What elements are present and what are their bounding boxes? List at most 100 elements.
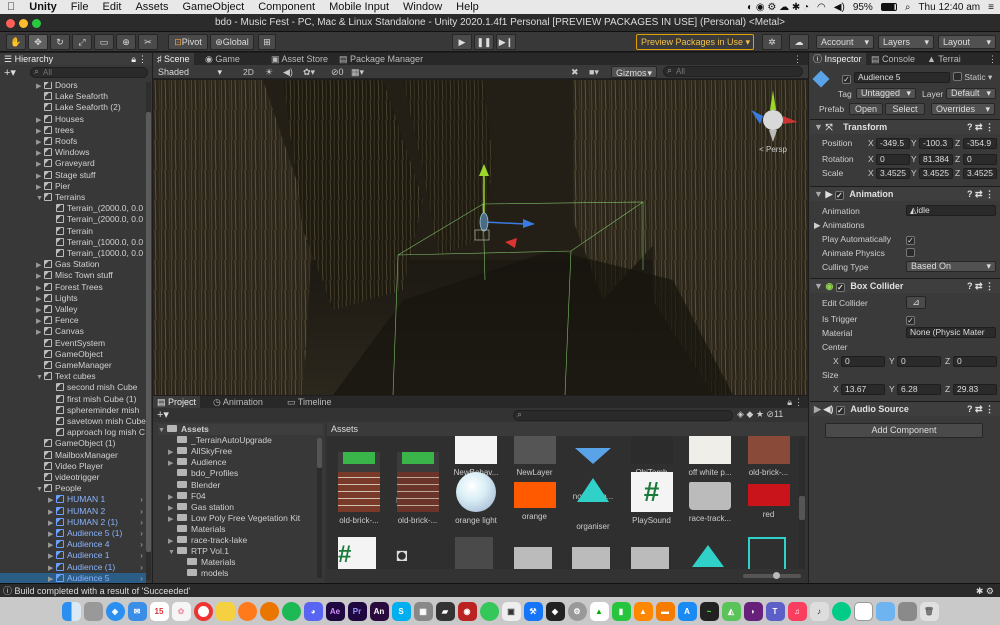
hierarchy-item[interactable]: videotrigger <box>0 472 146 483</box>
document-icon[interactable] <box>853 601 873 621</box>
animation-component-actions[interactable]: ? ⇄ ⋮ <box>967 187 994 202</box>
foldout-arrow[interactable]: ▼ <box>814 122 823 132</box>
audio-source-header[interactable]: ▶ ◀) ✓ Audio Source ? ⇄ ⋮ <box>810 401 1000 416</box>
menu-gameobject[interactable]: GameObject <box>175 1 251 13</box>
physic-material-field[interactable]: None (Physic Mater <box>906 327 996 338</box>
rotation-y-field[interactable]: 81.384 <box>919 154 953 165</box>
rotation-y-axis-label[interactable]: Y <box>911 153 917 165</box>
asset-item[interactable]: race-track... <box>681 472 739 523</box>
google-drive-icon[interactable]: ▲ <box>589 601 609 621</box>
collider-size-z-field[interactable]: 29.83 <box>953 384 997 395</box>
camera-icon[interactable]: ■▾ <box>589 65 599 79</box>
hierarchy-scrollbar[interactable] <box>146 82 151 580</box>
menu-mobile-input[interactable]: Mobile Input <box>322 1 396 13</box>
kebab-menu-icon[interactable]: ⋮ <box>138 53 147 65</box>
hierarchy-item[interactable]: ▶ HUMAN 2 › <box>0 506 146 517</box>
prefab-open-button[interactable]: Open <box>849 103 883 115</box>
folder-foldout-arrow-icon[interactable]: ▼ <box>158 425 167 436</box>
hierarchy-item[interactable]: Terrain_(1000.0, 0.0 <box>0 237 146 248</box>
prefab-open-arrow-icon[interactable]: › <box>140 528 143 539</box>
project-folder-item[interactable]: ▶ AllSkyFree <box>168 446 232 457</box>
scale-z-field[interactable]: 3.4525 <box>963 168 997 179</box>
hierarchy-item[interactable]: ▶ Roofs <box>0 136 146 147</box>
asset-item[interactable]: off white p... <box>681 436 739 477</box>
teams-icon[interactable]: T <box>765 601 785 621</box>
hierarchy-item[interactable]: ▶ Lights <box>0 293 146 304</box>
prefab-open-arrow-icon[interactable]: › <box>140 562 143 573</box>
scale-tool-button[interactable]: ⤢ <box>72 34 92 50</box>
video-clip-icon[interactable] <box>455 537 493 569</box>
size-z-axis-label[interactable]: Z <box>945 383 950 395</box>
prefab-open-arrow-icon[interactable]: › <box>140 550 143 561</box>
music-note-icon[interactable]: ♪ <box>809 601 829 621</box>
tab-console[interactable]: ▤ Console <box>867 53 919 65</box>
control-center-icon[interactable]: ≡ <box>988 2 994 13</box>
collider-center-x-field[interactable]: 0 <box>841 356 885 367</box>
asset-item[interactable]: # PlaySound <box>623 472 681 525</box>
tab-project[interactable]: ▤ Project <box>153 396 201 408</box>
culling-type-dropdown[interactable]: Based On Renderers <box>906 261 996 272</box>
hidden-objects-toggle[interactable]: ⊘0 <box>331 65 344 79</box>
transform-tool-button[interactable]: ⊕ <box>116 34 136 50</box>
animation-clip-field[interactable]: ◭idle <box>906 205 996 216</box>
hierarchy-item[interactable]: ▶ trees <box>0 125 146 136</box>
firefox-icon[interactable] <box>237 601 257 621</box>
battery-percent[interactable]: 95% <box>853 2 873 13</box>
hierarchy-item[interactable]: first mish Cube (1) <box>0 394 146 405</box>
rotate-tool-button[interactable]: ↻ <box>50 34 70 50</box>
size-x-axis-label[interactable]: X <box>833 383 839 395</box>
menu-edit[interactable]: Edit <box>95 1 128 13</box>
hierarchy-item[interactable]: ▶ HUMAN 2 (1) › <box>0 517 146 528</box>
edit-collider-button[interactable]: ⊿ <box>906 296 926 309</box>
volume-icon[interactable]: ◀) <box>834 2 845 13</box>
hierarchy-item[interactable]: ▶ Audience 1 › <box>0 550 146 561</box>
transform-header[interactable]: ▼ ⤧ Transform ? ⇄ ⋮ <box>810 119 1000 134</box>
component-actions[interactable]: ? ⇄ ⋮ <box>967 120 994 135</box>
app-menu-unity[interactable]: Unity <box>22 1 64 13</box>
global-toggle[interactable]: ⊛Global <box>210 34 254 50</box>
cloud-icon[interactable]: ☁ <box>789 34 809 50</box>
project-folder-item[interactable]: bdo_Profiles <box>168 468 238 479</box>
scale-x-axis-label[interactable]: X <box>868 167 874 179</box>
hierarchy-item[interactable]: ▶ Windows <box>0 147 146 158</box>
animation-header[interactable]: ▼ ▶ ✓ Animation ? ⇄ ⋮ <box>810 186 1000 201</box>
close-window-button[interactable] <box>6 19 15 28</box>
project-folder-scroll-thumb[interactable] <box>317 438 322 468</box>
after-effects-icon[interactable]: Ae <box>325 601 345 621</box>
size-y-axis-label[interactable]: Y <box>889 383 895 395</box>
skype-icon[interactable]: S <box>391 601 411 621</box>
project-folder-scrollbar[interactable] <box>317 438 322 578</box>
project-folder-item[interactable]: Blender <box>168 480 220 491</box>
prefab-select-button[interactable]: Select <box>885 103 925 115</box>
tab-scene[interactable]: ♯ Scene <box>153 53 194 65</box>
scene-kebab-icon[interactable]: ⋮ <box>793 53 802 65</box>
hierarchy-scroll-thumb[interactable] <box>146 112 151 552</box>
persp-label[interactable]: < Persp <box>759 145 787 154</box>
position-x-axis-label[interactable]: X <box>868 137 874 149</box>
project-folder-item[interactable]: Materials <box>178 557 235 568</box>
prefab-open-arrow-icon[interactable]: › <box>140 573 143 583</box>
preview-packages-dropdown[interactable]: Preview Packages in Use ▾ <box>636 34 754 50</box>
hierarchy-item[interactable]: ▶ Graveyard <box>0 158 146 169</box>
hierarchy-item[interactable]: GameObject (1) <box>0 438 146 449</box>
tab-hierarchy[interactable]: ☰ Hierarchy 🔒︎ ⋮ <box>0 53 152 65</box>
folder-foldout-arrow-icon[interactable]: ▼ <box>168 547 177 558</box>
xcode-icon[interactable]: ⚒ <box>523 601 543 621</box>
books-icon[interactable]: ▬ <box>655 601 675 621</box>
animate-physics-checkbox[interactable] <box>906 248 915 258</box>
calendar-icon[interactable]: 15 <box>149 601 169 621</box>
prefab-open-arrow-icon[interactable]: › <box>140 517 143 528</box>
prefab-open-arrow-icon[interactable]: › <box>140 494 143 505</box>
finder-icon[interactable] <box>61 601 81 621</box>
premiere-icon[interactable]: Pr <box>347 601 367 621</box>
gizmos-dropdown[interactable]: Gizmos <box>611 66 657 79</box>
shader-graph-icon[interactable] <box>747 537 786 569</box>
status-bar[interactable]: ⓘ Build completed with a result of 'Succ… <box>0 583 1000 597</box>
scale-x-field[interactable]: 3.4525 <box>876 168 910 179</box>
project-folder-item[interactable]: ▶ Audience <box>168 457 226 468</box>
photos-stack-icon[interactable] <box>897 601 917 621</box>
animate-icon[interactable]: An <box>369 601 389 621</box>
folder-icon[interactable] <box>875 601 895 621</box>
project-add-button[interactable]: +▾ <box>157 408 169 421</box>
hierarchy-item[interactable]: GameManager <box>0 360 146 371</box>
